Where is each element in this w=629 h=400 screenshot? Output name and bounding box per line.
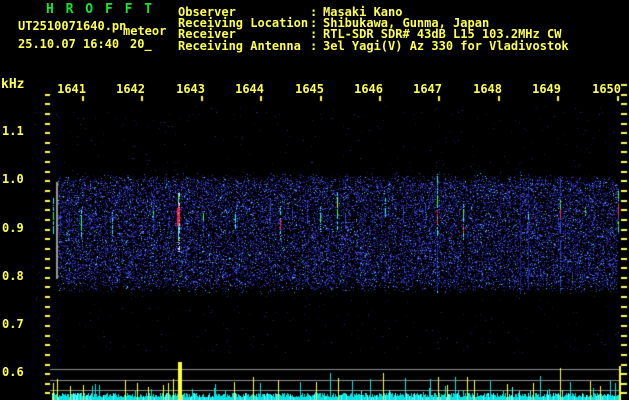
info-label: Receiving Antenna: [178, 39, 301, 53]
output-filename: UT2510071640.pn: [18, 19, 127, 33]
spectrogram-canvas: [0, 0, 629, 400]
time-tick-label: 1649: [532, 82, 561, 96]
info-value: 3el Yagi(V) Az 330 for Vladivostok: [323, 39, 569, 53]
time-tick-label: 1646: [354, 82, 383, 96]
info-colon: :: [310, 39, 318, 53]
minute-counter: 20_: [130, 37, 152, 51]
time-tick-label: 1650: [592, 82, 621, 96]
freq-tick-label: 1.0: [2, 172, 24, 186]
time-tick-label: 1648: [473, 82, 502, 96]
y-axis-unit-label: kHz: [1, 77, 25, 92]
hrofft-screen: H R O F F T UT2510071640.pn meteor 25.10…: [0, 0, 629, 400]
freq-tick-label: 0.8: [2, 269, 24, 283]
time-tick-label: 1645: [295, 82, 324, 96]
station-name: meteor: [123, 24, 167, 38]
app-title: H R O F F T: [46, 2, 155, 17]
time-tick-label: 1642: [116, 82, 145, 96]
time-tick-label: 1643: [176, 82, 205, 96]
time-tick-label: 1647: [413, 82, 442, 96]
freq-tick-label: 0.7: [2, 317, 24, 331]
freq-tick-label: 1.1: [2, 124, 24, 138]
time-tick-label: 1641: [57, 82, 86, 96]
freq-tick-label: 0.9: [2, 221, 24, 235]
freq-tick-label: 0.6: [2, 365, 24, 379]
time-tick-label: 1644: [235, 82, 264, 96]
observation-datetime: 25.10.07 16:40: [18, 37, 120, 51]
